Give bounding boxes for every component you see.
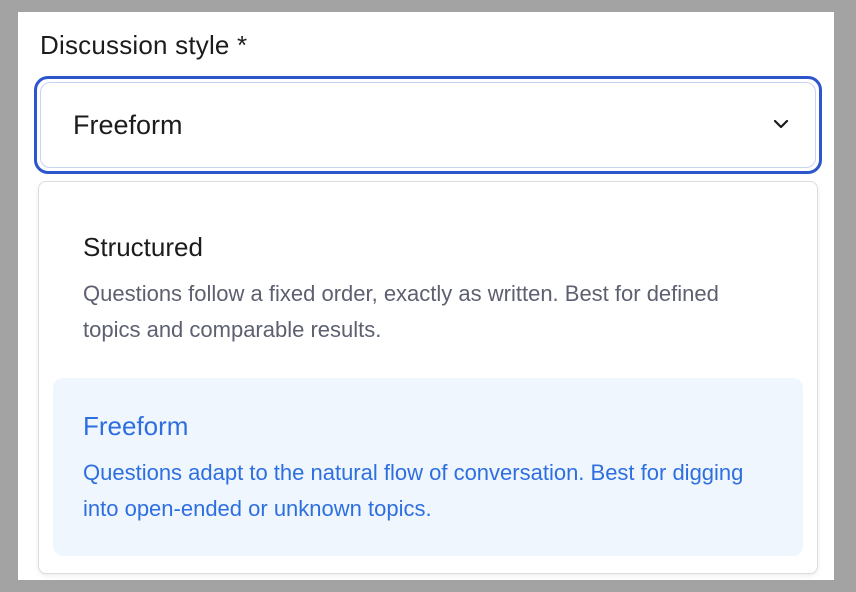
option-structured[interactable]: Structured Questions follow a fixed orde… <box>53 194 803 374</box>
option-title: Freeform <box>83 411 189 441</box>
option-title: Structured <box>83 232 203 262</box>
select-value: Freeform <box>73 110 183 140</box>
option-freeform[interactable]: Freeform Questions adapt to the natural … <box>53 378 803 556</box>
chevron-down-icon[interactable] <box>771 114 791 134</box>
field-label: Discussion style * <box>40 30 248 60</box>
form-card: Discussion style * Freeform Structured Q… <box>18 12 834 580</box>
option-description: Questions adapt to the natural flow of c… <box>83 460 744 521</box>
discussion-style-select[interactable]: Freeform <box>34 76 822 174</box>
option-description: Questions follow a fixed order, exactly … <box>83 281 719 342</box>
dropdown-menu: Structured Questions follow a fixed orde… <box>38 181 818 574</box>
